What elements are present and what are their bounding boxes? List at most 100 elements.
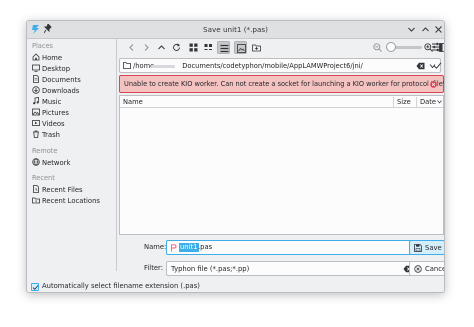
auto-extension-label: Automatically select filename extension … — [42, 282, 200, 290]
file-list[interactable]: Name Size Date — [119, 95, 444, 235]
maximize-icon[interactable] — [421, 25, 430, 34]
recent-section-title: Recent — [32, 174, 55, 182]
up-icon — [158, 45, 165, 50]
preview-icon — [237, 44, 246, 53]
compact-view-button[interactable] — [202, 41, 215, 54]
reload-button[interactable] — [170, 41, 183, 54]
sidebar-item-recent-locations[interactable]: Recent Locations — [32, 196, 114, 207]
column-divider[interactable] — [393, 97, 394, 107]
options-icon[interactable] — [431, 42, 441, 52]
save-dialog: Save unit1 (*.pas) Places Home Desktop D… — [26, 20, 445, 293]
network-icon — [32, 158, 40, 166]
back-icon — [129, 44, 134, 51]
sidebar-item-label: Music — [42, 98, 62, 106]
file-list-header: Name Size Date — [120, 96, 443, 108]
trash-icon — [33, 130, 39, 138]
places-sidebar: Places Home Desktop Documents Downloads … — [27, 39, 117, 271]
check-icon — [32, 285, 39, 290]
error-message: Unable to create KIO worker. Can not cre… — [119, 75, 444, 93]
zoom-slider[interactable] — [386, 42, 422, 52]
filter-label: Filter: — [144, 264, 164, 272]
sidebar-item-videos[interactable]: Videos — [32, 119, 114, 130]
pictures-icon — [32, 108, 40, 116]
zoom-out-icon — [373, 43, 382, 52]
sidebar-item-label: Desktop — [42, 65, 71, 73]
save-button[interactable]: Save — [409, 240, 444, 255]
music-icon — [33, 97, 39, 105]
sidebar-item-downloads[interactable]: Downloads — [32, 86, 114, 97]
close-icon[interactable] — [434, 25, 443, 34]
forward-button[interactable] — [140, 41, 153, 54]
up-button[interactable] — [155, 41, 168, 54]
compact-view-icon — [204, 44, 212, 50]
cancel-button[interactable]: Cancel — [409, 261, 444, 276]
sidebar-item-label: Documents — [42, 76, 81, 84]
checkbox[interactable] — [31, 283, 39, 291]
save-icon — [414, 244, 422, 252]
filename-extension-text: .pas — [198, 243, 213, 251]
new-folder-button[interactable] — [250, 41, 263, 54]
sidebar-item-documents[interactable]: Documents — [32, 75, 114, 86]
cancel-button-label: Cancel — [425, 265, 444, 273]
zoom-out-button[interactable] — [371, 41, 384, 54]
file-type-icon — [171, 244, 177, 252]
sidebar-item-trash[interactable]: Trash — [32, 130, 114, 141]
folder-icon — [123, 62, 131, 69]
desktop-icon — [32, 64, 40, 72]
sidebar-item-label: Pictures — [42, 109, 69, 117]
save-button-label: Save — [425, 244, 442, 252]
sidebar-item-home[interactable]: Home — [32, 53, 114, 64]
zoom-slider-handle[interactable] — [386, 42, 396, 52]
location-bar[interactable]: /home Documents/codetyphon/mobile/AppLAMW… — [119, 58, 441, 73]
detailed-view-button[interactable] — [217, 41, 230, 54]
column-date[interactable]: Date — [420, 98, 436, 106]
documents-icon — [33, 75, 39, 83]
home-icon — [32, 53, 40, 61]
error-close-icon[interactable] — [430, 81, 437, 88]
sidebar-item-label: Videos — [42, 120, 65, 128]
redacted-username — [151, 65, 175, 68]
remote-section-title: Remote — [32, 147, 58, 155]
error-text: Unable to create KIO worker. Can not cre… — [124, 80, 445, 88]
sidebar-item-network[interactable]: Network — [32, 158, 114, 169]
confirm-location-icon[interactable] — [433, 61, 442, 70]
videos-icon — [32, 120, 40, 126]
sidebar-item-recent-files[interactable]: Recent Files — [32, 185, 114, 196]
sidebar-item-music[interactable]: Music — [32, 97, 114, 108]
sidebar-item-label: Recent Files — [42, 186, 83, 194]
sidebar-item-label: Downloads — [42, 87, 80, 95]
back-button[interactable] — [125, 41, 138, 54]
window-title: Save unit1 (*.pas) — [203, 25, 268, 34]
column-divider[interactable] — [416, 97, 417, 107]
clear-icon[interactable] — [416, 62, 425, 70]
forward-icon — [144, 44, 149, 51]
minimize-icon[interactable] — [407, 25, 416, 34]
sort-chevron-icon — [437, 100, 442, 104]
filename-selected-text: unit1 — [179, 243, 199, 252]
filter-value: Typhon file (*.pas;*.pp) — [171, 265, 250, 273]
downloads-icon — [32, 86, 40, 94]
sidebar-item-label: Network — [42, 159, 71, 167]
sidebar-item-label: Recent Locations — [42, 197, 100, 205]
new-folder-icon — [252, 44, 261, 52]
detailed-view-icon — [220, 44, 229, 53]
places-section-title: Places — [32, 42, 53, 50]
column-name[interactable]: Name — [123, 98, 143, 106]
icon-view-button[interactable] — [187, 41, 200, 54]
sidebar-item-pictures[interactable]: Pictures — [32, 108, 114, 119]
name-label: Name: — [144, 243, 167, 251]
title-bar: Save unit1 (*.pas) — [27, 21, 444, 39]
reload-icon — [173, 43, 180, 51]
toolbar — [119, 40, 444, 57]
sidebar-item-label: Trash — [42, 131, 60, 139]
filename-input[interactable]: unit1 .pas — [166, 240, 430, 255]
icon-view-icon — [189, 43, 198, 52]
recent-locations-icon — [32, 197, 40, 204]
filter-select[interactable]: Typhon file (*.pas;*.pp) — [166, 261, 430, 276]
column-size[interactable]: Size — [397, 98, 411, 106]
recent-files-icon — [33, 185, 39, 193]
sidebar-item-desktop[interactable]: Desktop — [32, 64, 114, 75]
preview-button[interactable] — [234, 41, 247, 54]
sidebar-item-label: Home — [42, 54, 63, 62]
cancel-icon — [414, 265, 422, 273]
